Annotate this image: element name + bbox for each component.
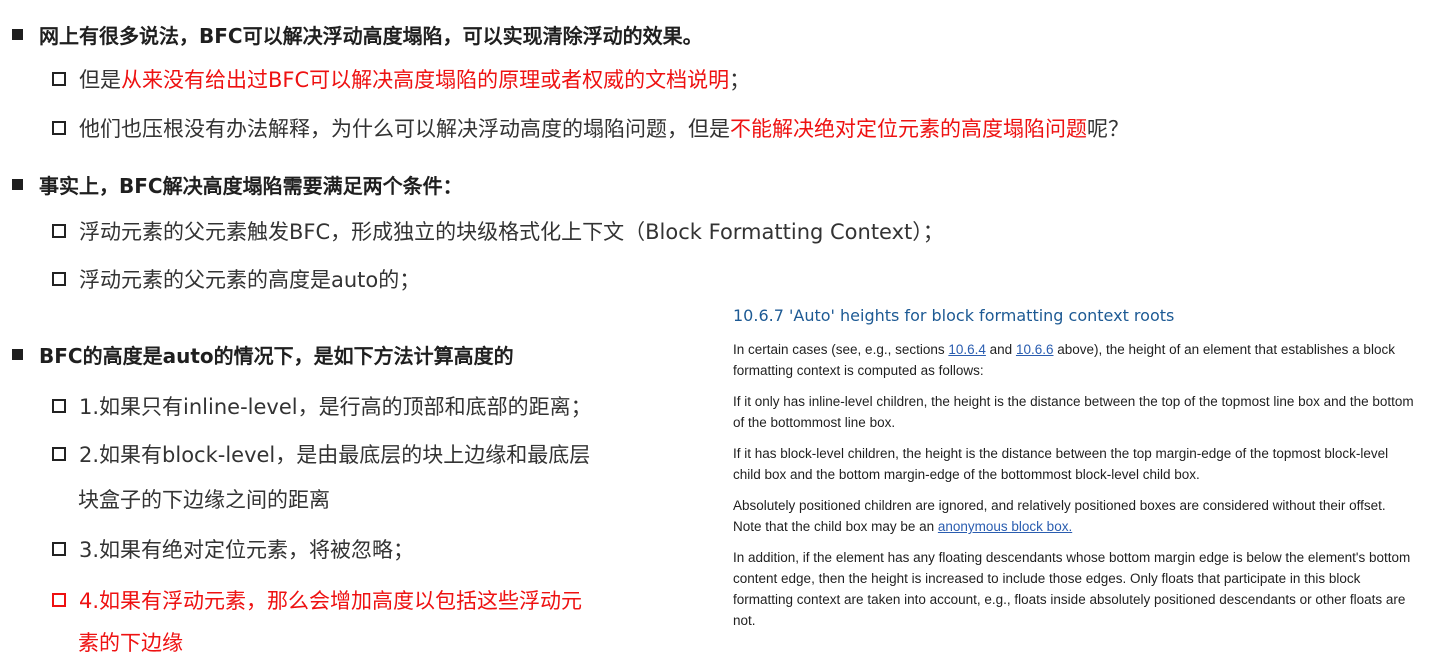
bullet-heading-1: 网上有很多说法，BFC可以解决浮动高度塌陷，可以实现清除浮动的效果。 <box>12 20 703 49</box>
section-link-10-6-4[interactable]: 10.6.4 <box>948 342 986 357</box>
sub-bullet-2-2: 浮动元素的父元素的高度是auto的； <box>52 264 420 294</box>
heading-text: 网上有很多说法，BFC可以解决浮动高度塌陷，可以实现清除浮动的效果。 <box>39 24 703 48</box>
spec-paragraph: If it only has inline-level children, th… <box>733 394 1414 430</box>
bullet-heading-2: 事实上，BFC解决高度塌陷需要满足两个条件： <box>12 170 463 199</box>
spec-section-title: 10.6.7 'Auto' heights for block formatti… <box>733 306 1175 325</box>
hollow-square-bullet-icon <box>52 121 66 135</box>
css-spec-excerpt: 10.6.7 'Auto' heights for block formatti… <box>733 306 1415 641</box>
sub-bullet-3-4: 4.如果有浮动元素，那么会增加高度以包括这些浮动元 <box>52 585 582 615</box>
bullet-text-continuation: 素的下边缘 <box>78 631 183 655</box>
bullet-text: 2.如果有block-level，是由最底层的块上边缘和最底层 <box>79 443 591 467</box>
bullet-text: 浮动元素的父元素的高度是auto的； <box>79 268 421 292</box>
heading-text: BFC的高度是auto的情况下，是如下方法计算高度的 <box>39 344 514 368</box>
hollow-square-bullet-icon <box>52 224 66 238</box>
sub-bullet-2-1: 浮动元素的父元素触发BFC，形成独立的块级格式化上下文（Block Format… <box>52 216 944 246</box>
spec-paragraph: If it has block-level children, the heig… <box>733 446 1389 482</box>
bullet-text: 他们也压根没有办法解释，为什么可以解决浮动高度的塌陷问题，但是不能解决绝对定位元… <box>79 117 1129 141</box>
heading-text: 事实上，BFC解决高度塌陷需要满足两个条件： <box>39 174 463 198</box>
section-link-10-6-6[interactable]: 10.6.6 <box>1016 342 1054 357</box>
sub-bullet-1-1: 但是从来没有给出过BFC可以解决高度塌陷的原理或者权威的文档说明； <box>52 64 750 94</box>
anonymous-block-box-link[interactable]: anonymous block box. <box>938 519 1072 534</box>
bullet-text: 但是从来没有给出过BFC可以解决高度塌陷的原理或者权威的文档说明； <box>79 68 751 92</box>
sub-bullet-3-3: 3.如果有绝对定位元素，将被忽略； <box>52 534 414 564</box>
sub-bullet-1-2: 他们也压根没有办法解释，为什么可以解决浮动高度的塌陷问题，但是不能解决绝对定位元… <box>52 113 1129 143</box>
sub-bullet-3-1: 1.如果只有inline-level，是行高的顶部和底部的距离； <box>52 391 592 421</box>
hollow-square-bullet-icon <box>52 399 66 413</box>
filled-square-bullet-icon <box>12 29 23 40</box>
spec-paragraph: In certain cases (see, e.g., sections 10… <box>733 342 1395 378</box>
bullet-text: 1.如果只有inline-level，是行高的顶部和底部的距离； <box>79 395 592 419</box>
hollow-square-bullet-icon <box>52 72 66 86</box>
sub-bullet-3-2: 2.如果有block-level，是由最底层的块上边缘和最底层 <box>52 439 590 469</box>
bullet-heading-3: BFC的高度是auto的情况下，是如下方法计算高度的 <box>12 340 514 369</box>
filled-square-bullet-icon <box>12 349 23 360</box>
bullet-text-continuation: 块盒子的下边缘之间的距离 <box>78 488 330 512</box>
hollow-square-bullet-icon <box>52 272 66 286</box>
hollow-square-bullet-icon <box>52 447 66 461</box>
bullet-text: 3.如果有绝对定位元素，将被忽略； <box>79 538 415 562</box>
hollow-square-bullet-icon <box>52 593 66 607</box>
spec-paragraph: In addition, if the element has any floa… <box>733 550 1411 628</box>
bullet-text: 浮动元素的父元素触发BFC，形成独立的块级格式化上下文（Block Format… <box>79 220 944 244</box>
hollow-square-bullet-icon <box>52 542 66 556</box>
filled-square-bullet-icon <box>12 179 23 190</box>
spec-paragraph: Absolutely positioned children are ignor… <box>733 498 1386 534</box>
bullet-text: 4.如果有浮动元素，那么会增加高度以包括这些浮动元 <box>79 589 583 613</box>
